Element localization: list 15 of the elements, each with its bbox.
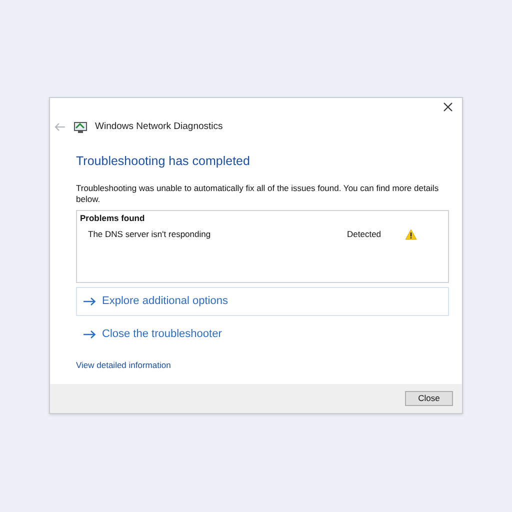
message-text: Troubleshooting was unable to automatically fix all of the issues found. You can find more details below. — [76, 183, 440, 205]
problem-name: The DNS server isn't responding — [88, 228, 212, 240]
close-button[interactable]: Close — [405, 391, 453, 406]
warning-icon — [405, 228, 417, 240]
heading: Troubleshooting has completed — [76, 153, 251, 170]
problems-title: Problems found — [80, 212, 146, 225]
details-link[interactable]: View detailed information — [76, 359, 436, 372]
window-title: Windows Network Diagnostics — [95, 120, 223, 134]
option-link[interactable]: Explore additional options — [76, 287, 449, 316]
problem-status: Detected — [347, 228, 382, 240]
network-icon — [74, 122, 87, 133]
arrow-icon — [83, 297, 96, 306]
option-link[interactable]: Close the troubleshooter — [76, 320, 449, 349]
close-icon[interactable] — [443, 101, 455, 113]
arrow-icon — [83, 330, 96, 339]
